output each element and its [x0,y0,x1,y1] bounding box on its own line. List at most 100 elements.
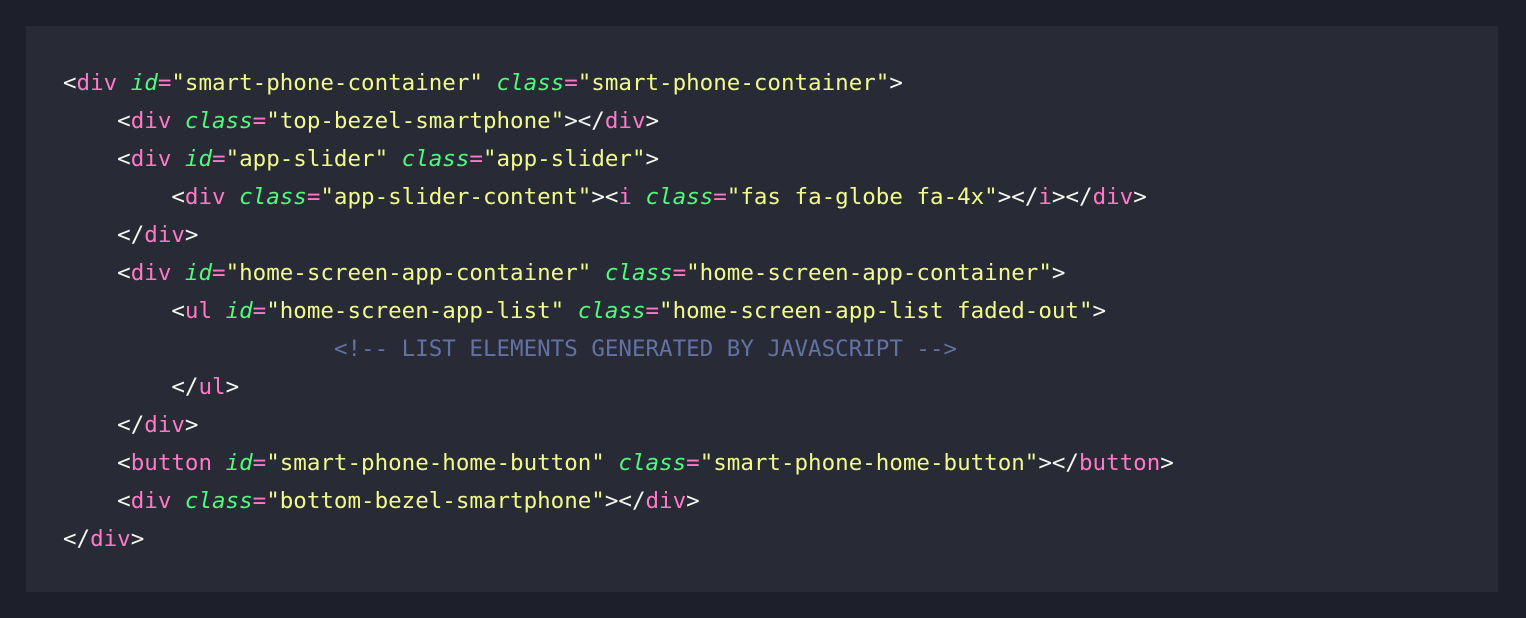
code-token-punctuation: ></ [1051,184,1093,210]
code-line: <div id="app-slider" class="app-slider"> [63,140,1174,178]
code-token-punctuation [632,184,646,210]
code-token-punctuation: < [63,108,131,134]
code-token-equals-operator: = [469,146,483,172]
code-token-punctuation: </ [63,222,145,248]
code-token-tag-name: div [184,184,226,210]
code-token-equals-operator: = [252,488,267,514]
code-token-attribute-value: "smart-phone-home-button" [266,450,605,476]
code-token-attribute-value: "home-screen-app-container" [225,260,592,286]
code-token-equals-operator: = [645,298,660,324]
code-token-punctuation [605,450,619,476]
code-token-punctuation: > [130,526,145,552]
code-token-equals-operator: = [686,450,700,476]
code-token-punctuation: ></ [997,184,1039,210]
code-token-punctuation: >< [591,184,619,210]
code-token-attribute-name: id [225,298,253,324]
code-token-attribute-value: "app-slider" [225,146,389,172]
code-token-attribute-name: class [645,184,714,210]
code-token-punctuation: < [63,260,131,286]
code-token-attribute-value: "home-screen-app-list" [266,298,565,324]
code-token-punctuation [171,146,185,172]
code-token-punctuation: </ [63,374,199,400]
code-token-attribute-name: id [130,70,158,96]
code-token-tag-name: div [90,526,131,552]
code-token-attribute-name: class [184,108,253,134]
code-token-punctuation [171,488,185,514]
code-token-tag-name: button [1078,450,1161,476]
code-token-punctuation [226,184,240,210]
code-token-punctuation: </ [63,526,91,552]
code-token-attribute-value: "smart-phone-container" [577,70,890,96]
code-token-attribute-value: "home-screen-app-container" [686,260,1052,286]
code-token-attribute-value: "smart-phone-home-button" [699,450,1039,476]
code-token-punctuation [171,260,185,286]
code-token-attribute-value: "home-screen-app-list faded-out" [659,298,1093,324]
code-token-equals-operator: = [672,260,687,286]
code-token-punctuation: > [225,374,240,400]
code-token-attribute-value: "app-slider-content" [320,184,592,210]
code-token-punctuation: > [889,70,903,96]
code-token-punctuation: ></ [1038,450,1079,476]
code-token-attribute-value: "smart-phone-container" [171,70,483,96]
code-token-punctuation: < [63,146,131,172]
code-token-equals-operator: = [252,298,267,324]
code-token-attribute-name: class [401,146,470,172]
code-token-tag-name: div [144,412,185,438]
code-token-attribute-name: id [184,260,213,286]
code-snippet-panel: <div id="smart-phone-container" class="s… [26,26,1498,592]
code-token-punctuation: > [686,488,700,514]
code-token-equals-operator: = [157,70,172,96]
code-token-equals-operator: = [252,108,267,134]
code-line: <!-- LIST ELEMENTS GENERATED BY JAVASCRI… [63,330,1174,368]
code-token-punctuation: < [63,70,77,96]
code-token-equals-operator: = [306,184,321,210]
code-line: </div> [63,520,1174,558]
code-token-punctuation: > [645,108,660,134]
code-token-tag-name: div [76,70,118,96]
code-token-equals-operator: = [713,184,727,210]
code-token-punctuation [117,70,131,96]
code-token-punctuation [63,336,334,362]
code-token-tag-name: ul [184,298,213,324]
code-token-punctuation: ></ [564,108,605,134]
code-token-punctuation [171,108,185,134]
code-token-tag-name: div [130,488,172,514]
code-token-attribute-value: "app-slider" [482,146,646,172]
code-token-punctuation: < [63,184,185,210]
code-token-attribute-name: class [184,488,253,514]
code-token-tag-name: div [1092,184,1134,210]
code-line: <div class="top-bezel-smartphone"></div> [63,102,1174,140]
code-token-punctuation: > [1051,260,1066,286]
code-token-attribute-value: "bottom-bezel-smartphone" [266,488,605,514]
code-token-tag-name: div [645,488,687,514]
code-token-equals-operator: = [252,450,267,476]
code-token-attribute-name: class [618,450,687,476]
code-token-punctuation: > [184,222,199,248]
code-token-punctuation: > [1092,298,1107,324]
code-token-attribute-name: class [496,70,565,96]
code-line: <div id="home-screen-app-container" clas… [63,254,1174,292]
code-token-attribute-name: class [577,298,646,324]
code-token-equals-operator: = [212,146,226,172]
code-token-tag-name: div [144,222,185,248]
code-line: </ul> [63,368,1174,406]
code-token-tag-name: button [130,450,213,476]
code-token-attribute-name: id [184,146,213,172]
code-token-tag-name: div [130,108,172,134]
code-line: </div> [63,406,1174,444]
code-token-tag-name: i [618,184,632,210]
code-block: <div id="smart-phone-container" class="s… [63,64,1174,558]
code-token-punctuation: > [645,146,660,172]
code-token-punctuation [591,260,605,286]
code-token-punctuation: < [63,488,131,514]
code-token-punctuation: > [1133,184,1147,210]
code-token-equals-operator: = [212,260,226,286]
code-line: <ul id="home-screen-app-list" class="hom… [63,292,1174,330]
code-token-punctuation: < [63,298,185,324]
code-token-punctuation: > [1160,450,1174,476]
code-token-punctuation [212,298,226,324]
code-line: </div> [63,216,1174,254]
code-line: <div class="bottom-bezel-smartphone"></d… [63,482,1174,520]
code-line: <div class="app-slider-content"><i class… [63,178,1174,216]
code-token-punctuation [388,146,402,172]
